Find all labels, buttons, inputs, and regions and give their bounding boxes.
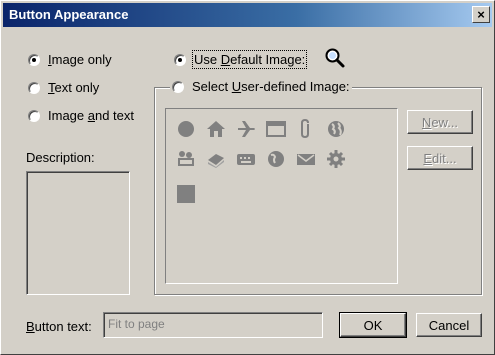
- icon-gallery: [165, 108, 398, 284]
- radio-label: Use Default Image:: [191, 50, 308, 69]
- radio-label: Image only: [48, 52, 112, 67]
- globe-icon[interactable]: [326, 119, 346, 139]
- button-text-label: Button text:: [26, 319, 92, 334]
- radio-use-default-image[interactable]: Use Default Image:: [174, 50, 308, 69]
- earth-icon[interactable]: [266, 149, 286, 169]
- circle-icon[interactable]: [176, 119, 196, 139]
- radio-text-only[interactable]: Text only: [28, 80, 99, 95]
- house-icon[interactable]: [206, 119, 226, 139]
- new-button[interactable]: New...: [407, 110, 473, 134]
- dialog-title: Button Appearance: [9, 7, 129, 22]
- radio-label: Select User-defined Image:: [192, 79, 350, 94]
- title-bar: Button Appearance ×: [3, 3, 492, 27]
- radio-image-and-text[interactable]: Image and text: [28, 108, 134, 123]
- button-appearance-dialog: Button Appearance × Image only Text only…: [0, 0, 495, 355]
- radio-indicator: [28, 53, 40, 66]
- square-icon[interactable]: [176, 184, 196, 204]
- paperclip-icon[interactable]: [296, 119, 316, 139]
- radio-select-user-image[interactable]: Select User-defined Image:: [170, 79, 352, 94]
- radio-indicator: [28, 109, 40, 122]
- cancel-button[interactable]: Cancel: [416, 313, 482, 337]
- radio-label: Image and text: [48, 108, 135, 123]
- magnifier-icon[interactable]: [324, 47, 346, 69]
- edit-button[interactable]: Edit...: [407, 146, 473, 170]
- description-box: [26, 171, 130, 295]
- radio-indicator: [172, 80, 184, 93]
- envelope-icon[interactable]: [296, 149, 316, 169]
- gear-icon[interactable]: [326, 149, 346, 169]
- people-icon[interactable]: [176, 149, 196, 169]
- keyboard-icon[interactable]: [236, 149, 256, 169]
- radio-indicator: [28, 81, 40, 94]
- radio-image-only[interactable]: Image only: [28, 52, 112, 67]
- ok-button[interactable]: OK: [339, 312, 407, 338]
- close-button[interactable]: ×: [472, 6, 490, 23]
- radio-indicator: [174, 53, 186, 66]
- window-icon[interactable]: [266, 119, 286, 139]
- airplane-icon[interactable]: [236, 119, 256, 139]
- radio-label: Text only: [48, 80, 100, 95]
- description-label: Description:: [26, 150, 95, 165]
- book-icon[interactable]: [206, 149, 226, 169]
- button-text-field[interactable]: Fit to page: [103, 312, 323, 338]
